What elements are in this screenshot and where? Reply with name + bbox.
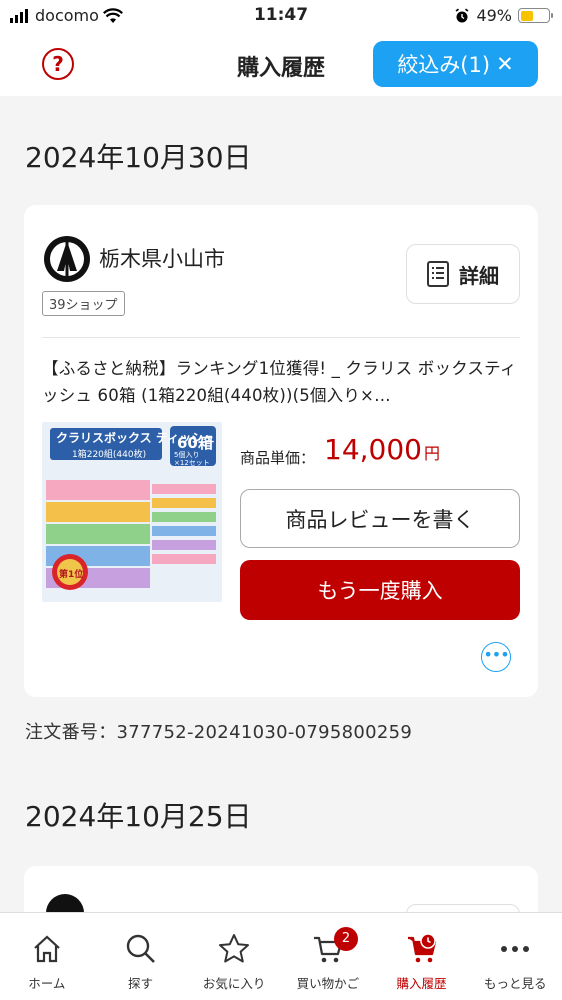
shop-name[interactable]: 栃木県小山市 (99, 243, 225, 273)
battery-icon (518, 8, 553, 23)
detail-button[interactable]: 詳細 (406, 244, 520, 304)
star-icon (219, 934, 250, 963)
order-card: 栃木県小山市 39ショップ 詳細 【ふるさと納税】ランキング1位獲得! _ クラ… (24, 205, 538, 697)
divider (42, 337, 520, 338)
tab-label: ホーム (28, 976, 66, 991)
tab-home[interactable]: ホーム (0, 913, 94, 1000)
order-date: 2024年10月30日 (25, 141, 252, 174)
tab-label: お気に入り (202, 976, 266, 991)
status-bar: docomo 11:47 49% (0, 0, 562, 34)
bottom-tab-bar: ホーム 探す お気に入り 2 買い物かご 購入履歴 もっと見る (0, 912, 562, 1000)
shop-badge: 39ショップ (42, 291, 125, 316)
more-icon (501, 946, 530, 952)
search-icon (126, 934, 155, 963)
price-value: 14,000 円 (324, 433, 440, 466)
write-review-button[interactable]: 商品レビューを書く (240, 489, 520, 548)
price-amount: 14,000 (324, 433, 422, 466)
buy-again-button[interactable]: もう一度購入 (240, 560, 520, 620)
app-header: ? 購入履歴 絞込み(1) ✕ (0, 34, 562, 96)
tab-more[interactable]: もっと見る (468, 913, 562, 1000)
tab-search[interactable]: 探す (94, 913, 188, 1000)
home-icon (34, 935, 60, 963)
cart-count-badge: 2 (334, 927, 359, 951)
filter-label: 絞込み(1) (397, 53, 491, 77)
image-sub-text: 1箱220組(440枚) (72, 450, 147, 460)
document-icon (427, 261, 449, 287)
order-number: 注文番号：377752-20241030-0795800259 (25, 722, 413, 743)
price-label: 商品単価： (240, 449, 316, 467)
tab-purchase-history[interactable]: 購入履歴 (375, 913, 469, 1000)
history-icon (407, 933, 436, 963)
shop-logo-icon (44, 236, 90, 282)
status-right: 49% (454, 6, 553, 25)
tab-label: もっと見る (483, 976, 547, 991)
tab-label: 購入履歴 (396, 976, 447, 991)
image-rank-text: 第1位 (59, 570, 84, 580)
product-image[interactable]: クラリスボックス ティッシュ 1箱220組(440枚) 60箱 5個入り×12セ… (42, 422, 222, 602)
tab-cart[interactable]: 2 買い物かご (281, 913, 375, 1000)
tab-label: 探す (128, 976, 154, 991)
battery-percent: 49% (476, 6, 512, 25)
close-icon[interactable]: ✕ (496, 52, 514, 76)
tab-favorites[interactable]: お気に入り (187, 913, 281, 1000)
price-unit: 円 (423, 444, 440, 463)
image-count-text: 60箱 (177, 434, 213, 452)
order-date-2: 2024年10月25日 (25, 800, 252, 833)
tab-label: 買い物かご (296, 976, 360, 991)
filter-button[interactable]: 絞込み(1) ✕ (373, 41, 538, 87)
image-count-sub-text: 5個入り×12セット (174, 451, 210, 467)
product-title[interactable]: 【ふるさと納税】ランキング1位獲得! _ クラリス ボックスティッシュ 60箱 … (42, 355, 520, 409)
alarm-icon (455, 8, 469, 22)
more-options-icon[interactable]: ••• (481, 642, 511, 672)
detail-label: 詳細 (459, 263, 499, 288)
